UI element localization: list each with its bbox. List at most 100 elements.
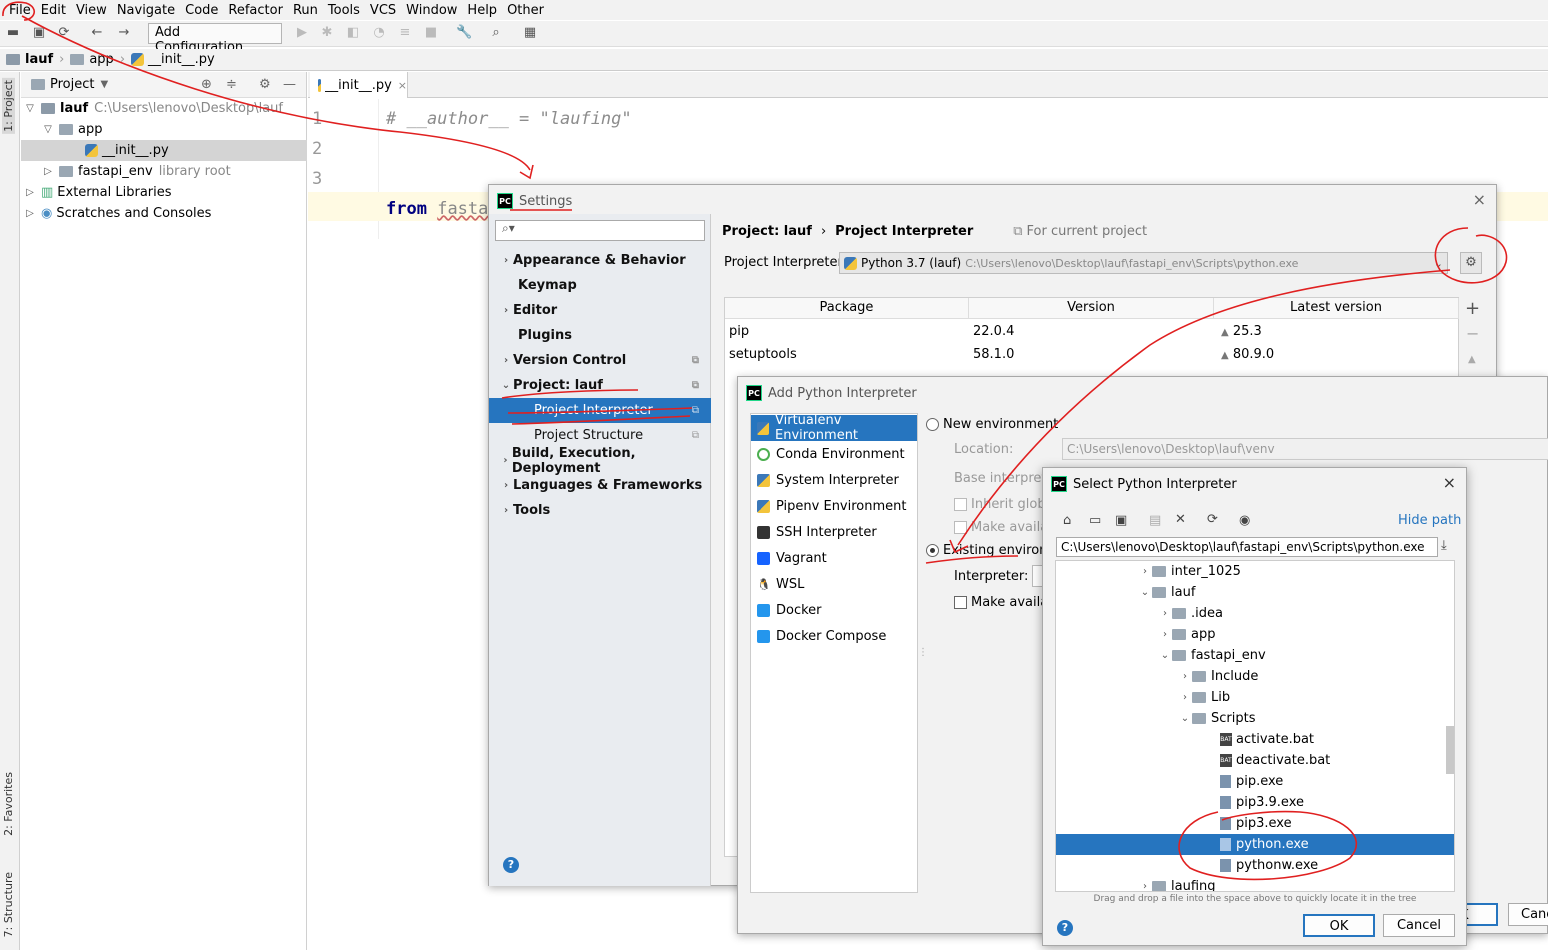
back-arrow-icon[interactable]: ←	[89, 25, 105, 41]
chevron-right-icon[interactable]: ▷	[23, 187, 37, 198]
minimize-icon[interactable]: —	[283, 77, 296, 92]
chevron-right-icon[interactable]: ▷	[23, 208, 37, 219]
nav-project-interpreter[interactable]: Project Interpreter ⧉	[489, 398, 711, 423]
menu-vcs[interactable]: VCS	[365, 3, 401, 18]
menu-help[interactable]: Help	[462, 3, 502, 18]
env-ssh[interactable]: SSH Interpreter	[751, 519, 917, 545]
menu-window[interactable]: Window	[401, 3, 462, 18]
show-hidden-icon[interactable]: ◉	[1239, 513, 1250, 528]
sync-icon[interactable]: ⟳	[56, 25, 72, 41]
file-tree-item[interactable]: ⌄ fastapi_env	[1056, 645, 1454, 666]
env-system[interactable]: System Interpreter	[751, 467, 917, 493]
env-pipenv[interactable]: Pipenv Environment	[751, 493, 917, 519]
nav-editor[interactable]: › Editor	[489, 298, 711, 323]
file-tree-item[interactable]: › app	[1056, 624, 1454, 645]
file-tree-item[interactable]: ⌄ Scripts	[1056, 708, 1454, 729]
stop-icon[interactable]: ■	[423, 25, 439, 41]
tree-item-external-libraries[interactable]: ▷ ▥ External Libraries	[21, 182, 307, 203]
breadcrumb-item-app[interactable]: app	[70, 52, 114, 67]
menu-run[interactable]: Run	[288, 3, 323, 18]
path-input[interactable]: C:\Users\lenovo\Desktop\lauf\fastapi_env…	[1056, 537, 1438, 557]
search-icon[interactable]: ⌕	[488, 25, 504, 41]
favorites-tool-tab[interactable]: 2: Favorites	[2, 772, 15, 836]
cancel-button[interactable]: Cancel	[1383, 914, 1455, 937]
menu-code[interactable]: Code	[180, 3, 223, 18]
file-tree-item[interactable]: › inter_1025	[1056, 561, 1454, 582]
chevron-down-icon[interactable]: ▽	[41, 124, 55, 135]
file-tree-item[interactable]: › Include	[1056, 666, 1454, 687]
tree-item-app[interactable]: ▽ app	[21, 119, 307, 140]
gear-icon[interactable]: ⚙	[259, 77, 271, 92]
package-name[interactable]: setuptools	[729, 347, 797, 362]
add-configuration-button[interactable]: Add Configuration...	[148, 23, 282, 55]
menu-refactor[interactable]: Refactor	[223, 3, 288, 18]
make-available-checkbox-1[interactable]: Make availa	[954, 520, 1048, 535]
run-icon[interactable]: ▶	[294, 25, 310, 41]
nav-languages[interactable]: › Languages & Frameworks	[489, 473, 711, 498]
wrench-icon[interactable]: 🔧	[456, 25, 472, 41]
column-latest[interactable]: Latest version	[1214, 298, 1459, 319]
add-package-icon[interactable]: +	[1465, 298, 1480, 319]
env-virtualenv[interactable]: Virtualenv Environment	[751, 413, 917, 443]
gear-icon[interactable]: ⚙	[1460, 252, 1482, 274]
nav-project-lauf[interactable]: ⌄ Project: lauf ⧉	[489, 373, 711, 398]
splitter-handle-icon[interactable]: ⋮	[918, 647, 928, 658]
hide-path-link[interactable]: Hide path	[1398, 513, 1461, 528]
breadcrumb-item-lauf[interactable]: lauf	[6, 52, 53, 67]
file-tree-item[interactable]: › .idea	[1056, 603, 1454, 624]
close-icon[interactable]: ×	[398, 79, 407, 92]
env-vagrant[interactable]: Vagrant	[751, 545, 917, 571]
project-folder-icon[interactable]: ▣	[1115, 513, 1127, 528]
delete-icon[interactable]: ✕	[1175, 512, 1186, 527]
nav-build[interactable]: › Build, Execution, Deployment	[489, 446, 711, 476]
file-tree-item[interactable]: ⌄ lauf	[1056, 582, 1454, 603]
file-tree-item[interactable]: BAT activate.bat	[1056, 729, 1454, 750]
existing-environment-radio[interactable]: Existing environm	[926, 543, 1060, 558]
menu-tools[interactable]: Tools	[323, 3, 365, 18]
code-line-4[interactable]: from fastap	[386, 199, 499, 219]
tree-item-fastapi-env[interactable]: ▷ fastapi_env library root	[21, 161, 307, 182]
menu-file[interactable]: File	[4, 3, 36, 18]
nav-appearance[interactable]: › Appearance & Behavior	[489, 248, 711, 273]
breadcrumb-item-init[interactable]: __init__.py	[131, 52, 215, 67]
help-icon[interactable]: ?	[503, 857, 519, 873]
coverage-icon[interactable]: ◧	[345, 25, 361, 41]
menu-view[interactable]: View	[71, 3, 112, 18]
env-conda[interactable]: Conda Environment	[751, 441, 917, 467]
file-tree-item-selected[interactable]: python.exe	[1056, 834, 1454, 855]
menu-other[interactable]: Other	[502, 3, 549, 18]
env-wsl[interactable]: 🐧 WSL	[751, 571, 917, 597]
profile-icon[interactable]: ◔	[371, 25, 387, 41]
editor-tab-init-py[interactable]: __init__.py ×	[310, 72, 408, 98]
file-tree-item[interactable]: BAT deactivate.bat	[1056, 750, 1454, 771]
file-tree-item[interactable]: › laufing	[1056, 876, 1454, 891]
upgrade-package-icon[interactable]: ▲	[1468, 354, 1476, 365]
column-package[interactable]: Package	[725, 298, 969, 319]
env-docker-compose[interactable]: Docker Compose	[751, 623, 917, 649]
project-tool-tab[interactable]: 1: Project	[2, 78, 15, 134]
collapse-icon[interactable]: ≑	[226, 77, 237, 92]
nav-tools[interactable]: › Tools	[489, 498, 711, 523]
forward-arrow-icon[interactable]: →	[116, 25, 132, 41]
chevron-right-icon[interactable]: ▷	[41, 166, 55, 177]
chevron-down-icon[interactable]: ▽	[23, 103, 37, 114]
project-panel-title[interactable]: Project	[50, 77, 94, 92]
nav-plugins[interactable]: Plugins	[489, 323, 711, 348]
menu-navigate[interactable]: Navigate	[112, 3, 180, 18]
new-folder-icon[interactable]: ▤	[1149, 513, 1161, 528]
new-environment-radio[interactable]: New environment	[926, 417, 1058, 432]
file-tree-item[interactable]: pythonw.exe	[1056, 855, 1454, 876]
nav-project-structure[interactable]: Project Structure ⧉	[489, 423, 711, 448]
structure-tool-tab[interactable]: 7: Structure	[2, 872, 15, 937]
chevron-down-icon[interactable]: ▼	[100, 79, 108, 90]
save-icon[interactable]: ▣	[31, 25, 47, 41]
tree-item-lauf[interactable]: ▽ lauf C:\Users\lenovo\Desktop\lauf	[21, 98, 307, 119]
debug-icon[interactable]: ✱	[319, 25, 335, 41]
inherit-global-checkbox[interactable]: Inherit globa	[954, 497, 1054, 512]
locate-icon[interactable]: ⊕	[201, 77, 212, 92]
remove-package-icon[interactable]: −	[1466, 324, 1479, 343]
download-icon[interactable]: ⤓	[1441, 538, 1447, 553]
concurrency-icon[interactable]: ≡	[397, 25, 413, 41]
scrollbar-thumb[interactable]	[1446, 726, 1454, 774]
file-tree-item[interactable]: pip3.exe	[1056, 813, 1454, 834]
